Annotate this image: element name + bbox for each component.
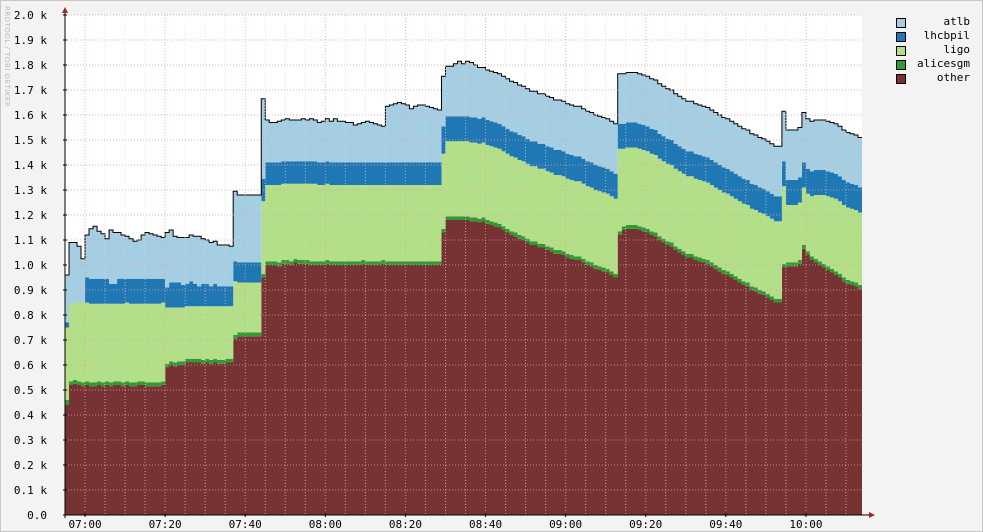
y-tick-label: 0.7 k <box>14 334 47 347</box>
legend-swatch-other <box>896 74 906 84</box>
legend-item-lhcbpil: lhcbpil <box>895 29 970 43</box>
chart-canvas: 0.0 0.1 k 0.2 k 0.3 k 0.4 k 0.5 k 0.6 k 0.7 k 0.… <box>14 7 875 531</box>
y-tick-label: 0.3 k <box>14 434 47 447</box>
legend-label-lhcbpil: lhcbpil <box>923 29 970 42</box>
y-tick-label: 2.0 k <box>14 9 47 22</box>
y-tick-label: 1.0 k <box>14 259 47 272</box>
y-tick-label: 0.2 k <box>14 459 47 472</box>
legend-swatch-alicesgm <box>896 60 906 70</box>
y-tick-label: 0.8 k <box>14 309 47 322</box>
x-axis-arrow <box>869 512 875 518</box>
x-tick-label: 09:40 <box>709 518 742 531</box>
x-tick-label: 08:20 <box>389 518 422 531</box>
y-tick-label: 0.1 k <box>14 484 47 497</box>
legend-item-other: other <box>895 71 970 85</box>
legend: atlb lhcbpil ligo alicesgm other <box>895 15 970 85</box>
y-tick-label: 1.1 k <box>14 234 47 247</box>
y-tick-label: 1.5 k <box>14 134 47 147</box>
legend-label-alicesgm: alicesgm <box>917 57 970 70</box>
y-tick-label: 0.6 k <box>14 359 47 372</box>
legend-swatch-atlb <box>896 18 906 28</box>
x-tick-label: 08:40 <box>469 518 502 531</box>
legend-item-ligo: ligo <box>895 43 970 57</box>
y-tick-label: 0.4 k <box>14 409 47 422</box>
x-tick-label: 10:00 <box>789 518 822 531</box>
y-tick-label: 1.3 k <box>14 184 47 197</box>
y-tick-label: 0.0 <box>27 509 47 522</box>
y-tick-label: 0.9 k <box>14 284 47 297</box>
legend-swatch-lhcbpil <box>896 32 906 42</box>
legend-swatch-ligo <box>896 46 906 56</box>
y-tick-label: 0.5 k <box>14 384 47 397</box>
y-tick-label: 1.9 k <box>14 34 47 47</box>
x-tick-label: 08:00 <box>309 518 342 531</box>
x-tick-label: 09:20 <box>629 518 662 531</box>
y-tick-label: 1.4 k <box>14 159 47 172</box>
y-tick-label: 1.7 k <box>14 84 47 97</box>
legend-item-alicesgm: alicesgm <box>895 57 970 71</box>
legend-label-atlb: atlb <box>943 15 971 28</box>
y-tick-label: 1.6 k <box>14 109 47 122</box>
x-tick-label: 07:40 <box>229 518 262 531</box>
y-axis-arrow <box>62 7 68 13</box>
legend-item-atlb: atlb <box>895 15 970 29</box>
x-tick-label: 07:00 <box>68 518 101 531</box>
x-tick-label: 09:00 <box>549 518 582 531</box>
legend-label-ligo: ligo <box>943 43 971 56</box>
x-tick-label: 07:20 <box>149 518 182 531</box>
y-tick-label: 1.8 k <box>14 59 47 72</box>
y-tick-label: 1.2 k <box>14 209 47 222</box>
legend-label-other: other <box>936 71 970 84</box>
